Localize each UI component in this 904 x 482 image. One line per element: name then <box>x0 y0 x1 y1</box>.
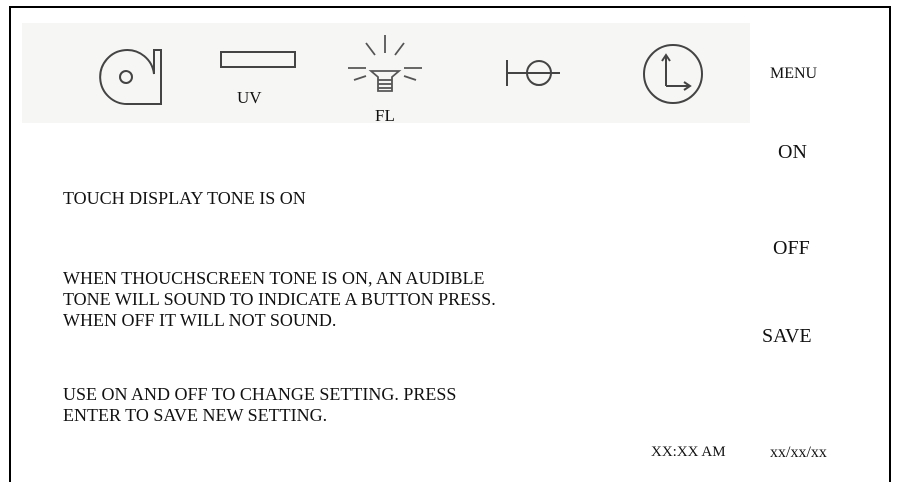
menu-button[interactable]: MENU <box>770 65 817 83</box>
tone-description: WHEN THOUCHSCREEN TONE IS ON, AN AUDIBLE… <box>63 268 496 331</box>
blower-fan-icon[interactable] <box>88 46 166 108</box>
description-line: WHEN OFF IT WILL NOT SOUND. <box>63 310 337 330</box>
fl-label: FL <box>375 106 395 125</box>
uv-lamp-icon[interactable] <box>220 51 296 71</box>
description-line: TONE WILL SOUND TO INDICATE A BUTTON PRE… <box>63 289 496 309</box>
clock-icon[interactable] <box>642 43 704 105</box>
instructions-line: ENTER TO SAVE NEW SETTING. <box>63 405 328 425</box>
valve-icon[interactable] <box>504 58 562 88</box>
clock-time: XX:XX AM <box>651 444 726 460</box>
instructions-line: USE ON AND OFF TO CHANGE SETTING. PRESS <box>63 384 457 404</box>
date-display: xx/xx/xx <box>770 444 827 461</box>
off-button[interactable]: OFF <box>773 237 810 260</box>
instructions-text: USE ON AND OFF TO CHANGE SETTING. PRESS … <box>63 384 456 426</box>
uv-label: UV <box>237 88 262 107</box>
fluorescent-light-icon[interactable] <box>344 33 426 103</box>
description-line: WHEN THOUCHSCREEN TONE IS ON, AN AUDIBLE <box>63 268 485 288</box>
tone-status-text: TOUCH DISPLAY TONE IS ON <box>63 188 306 208</box>
save-button[interactable]: SAVE <box>762 325 812 348</box>
on-button[interactable]: ON <box>778 141 807 164</box>
